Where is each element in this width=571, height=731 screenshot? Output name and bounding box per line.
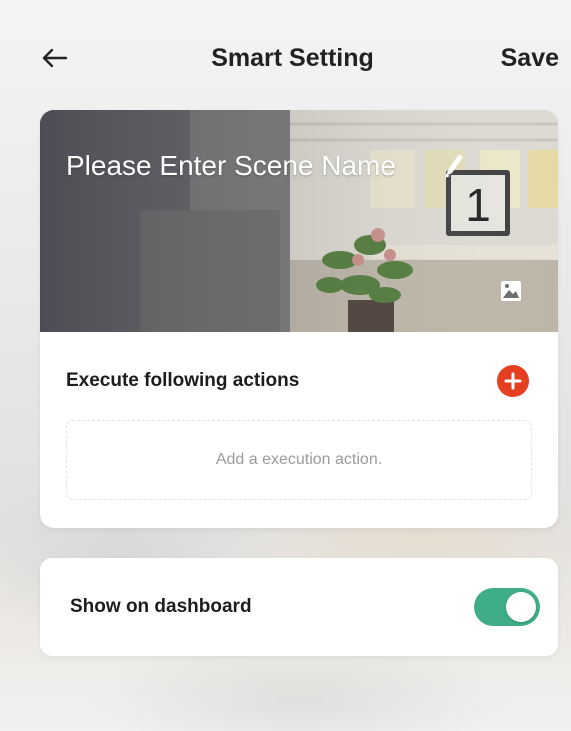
show-on-dashboard-label: Show on dashboard: [70, 596, 252, 617]
plus-circle-icon: [504, 372, 522, 390]
svg-text:1: 1: [465, 179, 491, 231]
add-action-placeholder: Add a execution action.: [215, 451, 383, 468]
image-icon[interactable]: [500, 280, 522, 302]
scene-name-input[interactable]: Please Enter Scene Name: [66, 150, 396, 182]
actions-section: Execute following actions Add a executio…: [40, 332, 558, 528]
scene-cover-image[interactable]: 1 Please Enter Scene Name: [40, 110, 558, 332]
header: Smart Setting Save: [0, 0, 571, 110]
screen: Smart Setting Save 1 Please Enter Scene …: [0, 0, 571, 731]
toggle-knob: [506, 592, 536, 622]
add-action-button[interactable]: [497, 365, 529, 397]
clock-digit: 1: [465, 179, 491, 231]
add-execution-action-box[interactable]: Add a execution action.: [66, 420, 532, 500]
actions-title: Execute following actions: [66, 370, 300, 391]
save-button[interactable]: Save: [501, 44, 559, 73]
pencil-icon[interactable]: [442, 150, 464, 180]
page-title: Smart Setting: [211, 44, 374, 72]
show-on-dashboard-toggle[interactable]: [474, 588, 540, 626]
dashboard-card: Show on dashboard: [40, 558, 558, 656]
scene-card: 1 Please Enter Scene Name Execute follow…: [40, 110, 558, 528]
